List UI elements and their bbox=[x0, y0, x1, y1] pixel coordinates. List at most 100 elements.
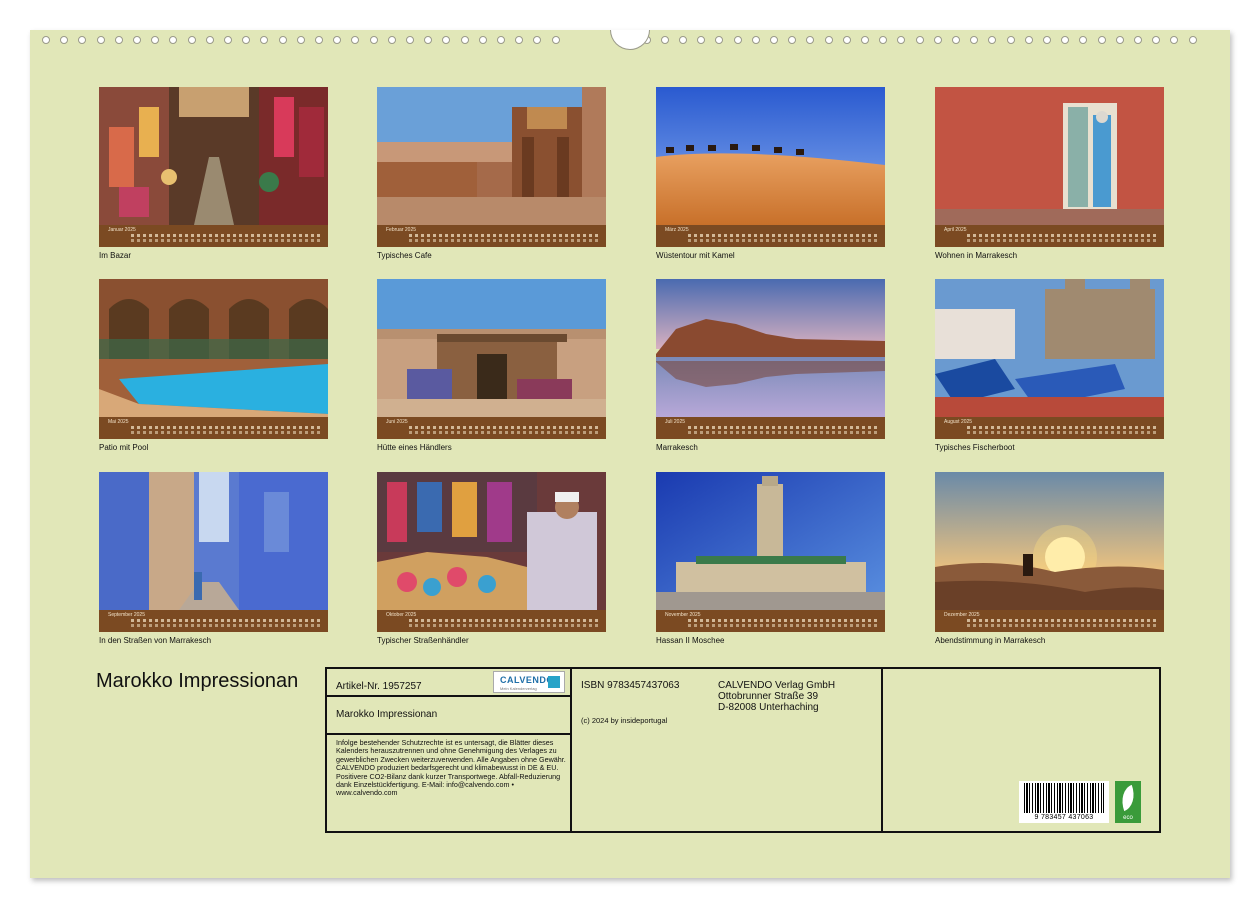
calendar-strip: Juli 2025 bbox=[656, 417, 885, 439]
weekday-grid bbox=[688, 624, 878, 627]
month-label: Januar 2025 bbox=[108, 227, 136, 233]
binding-hole bbox=[1006, 36, 1015, 44]
photo-caption: In den Straßen von Marrakesch bbox=[99, 636, 212, 645]
binding-hole bbox=[169, 36, 178, 44]
photo-evening-mood bbox=[935, 472, 1164, 610]
binding-hole bbox=[60, 36, 69, 44]
month-label: Juli 2025 bbox=[665, 419, 686, 425]
month-label: Dezember 2025 bbox=[944, 612, 980, 618]
binding-hole bbox=[369, 36, 378, 44]
binding-hole bbox=[1170, 36, 1179, 44]
binding-hole bbox=[679, 36, 687, 44]
photo-caption: Typischer Straßenhändler bbox=[377, 636, 469, 645]
binding-hole bbox=[406, 36, 414, 44]
binding-hole bbox=[515, 36, 524, 44]
binding-hole bbox=[788, 36, 797, 44]
binding-hole bbox=[861, 36, 869, 44]
binding-hole bbox=[114, 36, 123, 44]
photo-living bbox=[935, 87, 1164, 225]
day-grid bbox=[688, 234, 878, 237]
eco-label: eco bbox=[1123, 815, 1133, 821]
legal-notice: Infolge bestehender Schutzrechte ist es … bbox=[336, 738, 566, 798]
calendar-strip: Juni 2025 bbox=[377, 417, 606, 439]
weekday-grid bbox=[131, 624, 321, 627]
binding-hole bbox=[1097, 36, 1106, 44]
photo-cafe bbox=[377, 87, 606, 225]
photo-caption: Wohnen in Marrakesch bbox=[935, 251, 1018, 260]
photo-camel-tour bbox=[656, 87, 885, 225]
leaf-icon bbox=[1116, 784, 1140, 812]
binding-hole bbox=[970, 36, 979, 44]
day-grid bbox=[967, 426, 1157, 429]
photo-caption: Patio mit Pool bbox=[99, 443, 149, 452]
day-grid bbox=[409, 619, 599, 622]
photo-caption: Hassan II Moschee bbox=[656, 636, 725, 645]
binding-hole bbox=[151, 36, 160, 44]
binding-hole bbox=[296, 36, 305, 44]
binding-hole bbox=[1061, 36, 1070, 44]
binding-hole bbox=[897, 36, 906, 44]
calendar-strip: Januar 2025 bbox=[99, 225, 328, 247]
binding-hole bbox=[224, 36, 232, 44]
photo-merchant-hut bbox=[377, 279, 606, 417]
binding-hole bbox=[824, 36, 833, 44]
binding-hole bbox=[952, 36, 960, 44]
binding-hole bbox=[751, 36, 760, 44]
barcode: 9 783457 437063 bbox=[1019, 781, 1109, 823]
calendar-strip: Dezember 2025 bbox=[935, 610, 1164, 632]
photo-marrakesch bbox=[656, 279, 885, 417]
publisher-address: CALVENDO Verlag GmbH Ottobrunner Straße … bbox=[718, 680, 835, 713]
publisher-city: D-82008 Unterhaching bbox=[718, 702, 819, 713]
binding-hole bbox=[988, 36, 997, 44]
calendar-strip: Februar 2025 bbox=[377, 225, 606, 247]
copyright: (c) 2024 by insideportugal bbox=[581, 716, 668, 725]
calvendo-logo: CALVENDO Mein Kalenderverlag bbox=[493, 671, 565, 693]
binding-hole bbox=[205, 36, 214, 44]
binding-hole bbox=[478, 36, 487, 44]
binding-hole bbox=[1079, 36, 1088, 44]
binding-hole bbox=[1115, 36, 1124, 44]
month-label: Juni 2025 bbox=[386, 419, 408, 425]
divider bbox=[325, 733, 571, 735]
calendar-strip: April 2025 bbox=[935, 225, 1164, 247]
isbn: ISBN 9783457437063 bbox=[581, 680, 680, 691]
binding-hole bbox=[770, 36, 778, 44]
day-grid bbox=[131, 619, 321, 622]
day-grid bbox=[409, 426, 599, 429]
weekday-grid bbox=[688, 239, 878, 242]
weekday-grid bbox=[688, 431, 878, 434]
weekday-grid bbox=[131, 431, 321, 434]
binding-hole bbox=[78, 36, 87, 44]
photo-street-vendor bbox=[377, 472, 606, 610]
binding-hole bbox=[351, 36, 360, 44]
photo-caption: Typisches Cafe bbox=[377, 251, 432, 260]
month-label: Oktober 2025 bbox=[386, 612, 417, 618]
weekday-grid bbox=[967, 239, 1157, 242]
binding-hole bbox=[96, 36, 105, 44]
binding-hole bbox=[315, 36, 323, 44]
calendar-strip: November 2025 bbox=[656, 610, 885, 632]
binding-hole bbox=[1043, 36, 1051, 44]
month-label: April 2025 bbox=[944, 227, 967, 233]
barcode-bars bbox=[1024, 783, 1104, 813]
day-grid bbox=[409, 234, 599, 237]
day-grid bbox=[688, 619, 878, 622]
binding-hole bbox=[242, 36, 251, 44]
publisher-name: CALVENDO Verlag GmbH bbox=[718, 680, 836, 691]
day-grid bbox=[967, 234, 1157, 237]
binding-hole bbox=[842, 36, 851, 44]
binding-hole bbox=[1152, 36, 1161, 44]
month-label: Mai 2025 bbox=[108, 419, 129, 425]
binding-hole bbox=[715, 36, 724, 44]
calendar-strip: September 2025 bbox=[99, 610, 328, 632]
photo-caption: Abendstimmung in Marrakesch bbox=[935, 636, 1046, 645]
binding-hole bbox=[1188, 36, 1197, 44]
binding-hole bbox=[497, 36, 505, 44]
binding-hole bbox=[733, 36, 742, 44]
month-label: März 2025 bbox=[665, 227, 689, 233]
weekday-grid bbox=[967, 431, 1157, 434]
photo-fishing-boat bbox=[935, 279, 1164, 417]
weekday-grid bbox=[967, 624, 1157, 627]
barcode-number: 9 783457 437063 bbox=[1034, 814, 1094, 821]
photo-bazar bbox=[99, 87, 328, 225]
